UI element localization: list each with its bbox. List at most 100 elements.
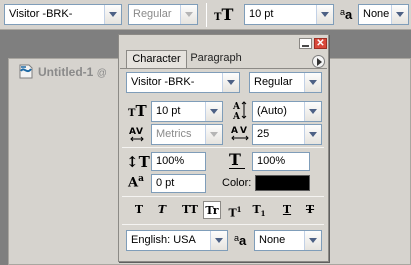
palette-font-family-dropdown[interactable]: Visitor -BRK- (126, 72, 240, 93)
font-size-icon: TT (214, 5, 234, 24)
chevron-down-icon[interactable] (104, 5, 121, 24)
kerning-dropdown[interactable]: Metrics (151, 124, 223, 145)
baseline-shift-icon: Aa (128, 174, 144, 191)
baseline-shift-field[interactable]: 0 pt (151, 174, 206, 193)
all-caps-icon: TT (182, 203, 198, 216)
palette-font-style-value: Regular (254, 76, 293, 88)
document-zoom-suffix: @ (96, 68, 107, 79)
superscript-mark: 1 (236, 205, 242, 214)
superscript-icon: T (228, 206, 237, 220)
tracking-icon: A V (230, 123, 250, 143)
palette-header[interactable] (119, 35, 328, 49)
svg-text:V: V (136, 127, 143, 137)
kerning-value: Metrics (156, 128, 192, 140)
antialias-icon: aa (234, 233, 246, 248)
tracking-value: 25 (257, 128, 270, 140)
tab-paragraph-label: Paragraph (190, 52, 242, 64)
palette-font-size-value: 10 pt (156, 105, 181, 117)
palette-font-family-value: Visitor -BRK- (131, 76, 195, 88)
document-title: Untitled-1 @ (38, 65, 107, 79)
minimize-icon (302, 45, 309, 47)
section-divider (122, 196, 324, 197)
minimize-button[interactable] (299, 38, 312, 49)
font-style-dropdown[interactable]: Regular (128, 4, 198, 25)
font-style-value: Regular (133, 8, 172, 20)
tab-paragraph[interactable]: Paragraph (187, 50, 245, 68)
svg-text:V: V (240, 126, 247, 136)
palette-antialias-dropdown[interactable]: None (254, 230, 322, 251)
palette-antialias-value: None (259, 234, 286, 246)
tracking-dropdown[interactable]: 25 (252, 124, 322, 145)
font-family-dropdown[interactable]: Visitor -BRK- (4, 4, 122, 25)
svg-text:A: A (232, 102, 241, 112)
antialias-icon-glyph-2: a (345, 7, 353, 22)
faux-bold-icon: T (134, 203, 144, 216)
section-divider (122, 147, 324, 148)
subscript-button[interactable]: T1 (250, 201, 268, 219)
chevron-down-icon[interactable] (205, 102, 222, 121)
vertical-scale-value: 100% (156, 155, 185, 167)
svg-text:A: A (231, 126, 238, 136)
underline-button[interactable]: T (278, 201, 296, 219)
faux-bold-button[interactable]: T (130, 201, 148, 219)
chevron-down-icon[interactable] (304, 125, 321, 144)
antialias-icon-glyph-2: a (239, 233, 247, 248)
antialias-dropdown[interactable]: None (358, 4, 409, 25)
palette-menu-button[interactable] (312, 55, 325, 68)
all-caps-button[interactable]: TT (180, 201, 200, 219)
tab-character-label: Character (132, 53, 181, 65)
horizontal-scale-field[interactable]: 100% (252, 152, 310, 171)
tab-character[interactable]: Character (126, 50, 187, 68)
chevron-down-icon[interactable] (180, 5, 197, 24)
chevron-down-icon[interactable] (304, 73, 321, 92)
document-title-text: Untitled-1 (38, 65, 94, 79)
underline-icon: T (282, 203, 292, 216)
svg-text:A: A (129, 127, 136, 137)
faux-italic-icon: T (157, 203, 167, 216)
palette-menu-icon (317, 58, 322, 66)
font-family-value: Visitor -BRK- (9, 8, 73, 20)
superscript-button[interactable]: T1 (226, 201, 244, 220)
palette-font-style-dropdown[interactable]: Regular (249, 72, 322, 93)
color-swatch[interactable] (255, 175, 310, 191)
strikethrough-button[interactable]: T (301, 201, 319, 219)
options-bar: Visitor -BRK- Regular TT 10 pt aa None (0, 0, 411, 30)
leading-dropdown[interactable]: (Auto) (252, 101, 322, 122)
font-size-icon: TT (128, 102, 147, 120)
subscript-mark: 1 (260, 209, 266, 219)
color-label: Color: (222, 177, 252, 189)
section-divider (122, 224, 324, 225)
vertical-scale-field[interactable]: 100% (151, 152, 206, 171)
baseline-shift-value: 0 pt (156, 177, 175, 189)
palette-font-size-dropdown[interactable]: 10 pt (151, 101, 223, 122)
kerning-icon: A V (128, 123, 146, 143)
chevron-down-icon[interactable] (304, 231, 321, 250)
antialias-value: None (363, 8, 390, 20)
faux-italic-button[interactable]: T (153, 201, 171, 219)
chevron-down-icon[interactable] (316, 5, 333, 24)
font-size-value: 10 pt (249, 8, 274, 20)
chevron-down-icon[interactable] (304, 102, 321, 121)
chevron-down-icon[interactable] (210, 231, 227, 250)
leading-value: (Auto) (257, 105, 287, 117)
close-icon: ✕ (316, 38, 325, 49)
language-value: English: USA (131, 234, 196, 246)
close-button[interactable]: ✕ (314, 38, 327, 49)
chevron-down-icon[interactable] (205, 125, 222, 144)
subscript-icon: T (252, 203, 261, 216)
toolbar-divider (206, 3, 207, 27)
horizontal-scale-icon: T (229, 150, 245, 169)
document-icon (18, 63, 34, 79)
tab-divider (120, 68, 327, 69)
leading-icon: A A (231, 100, 249, 122)
horizontal-scale-value: 100% (257, 155, 286, 167)
font-size-dropdown[interactable]: 10 pt (244, 4, 334, 25)
antialias-icon: aa (340, 7, 352, 22)
chevron-down-icon[interactable] (222, 73, 239, 92)
chevron-down-icon[interactable] (391, 5, 408, 24)
language-dropdown[interactable]: English: USA (126, 230, 228, 251)
small-caps-icon: Tr (205, 204, 219, 217)
small-caps-button[interactable]: Tr (203, 201, 221, 219)
strikethrough-icon: T (305, 203, 315, 216)
svg-text:A: A (232, 112, 241, 120)
